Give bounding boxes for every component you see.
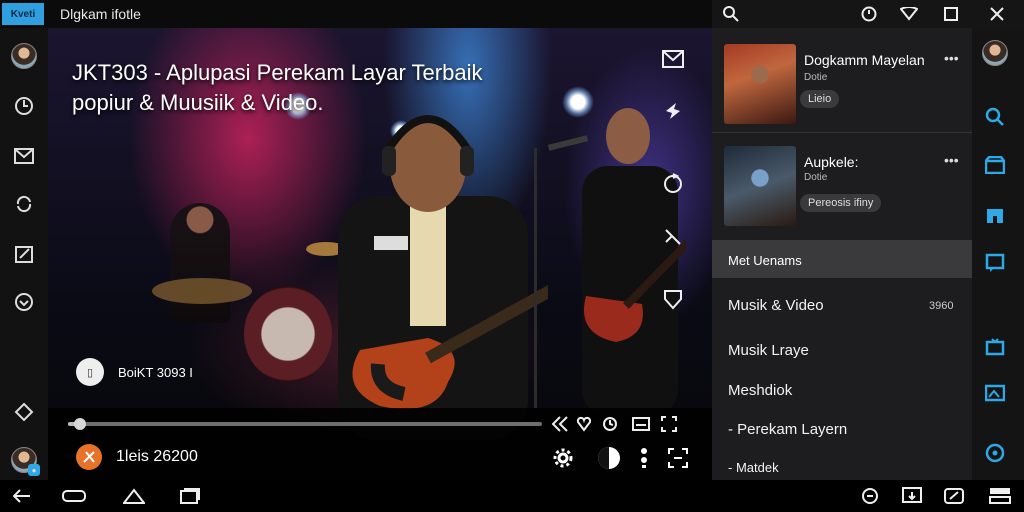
menu-item[interactable]: Meshdiok	[728, 382, 792, 399]
tool-icon[interactable]	[660, 224, 686, 250]
card-title: Aupkele:	[804, 154, 859, 170]
avatar	[11, 43, 37, 69]
menu-item[interactable]: - Matdek	[728, 460, 779, 475]
left-rail: ●	[0, 28, 48, 480]
mail-icon[interactable]	[10, 142, 38, 170]
time-display: 1leis 26200	[116, 448, 198, 465]
profile-avatar[interactable]	[982, 40, 1008, 66]
edit-icon[interactable]	[10, 240, 38, 268]
fullscreen-icon[interactable]	[658, 414, 680, 434]
diamond-icon[interactable]	[10, 398, 38, 426]
side-panel: Dogkamm Mayelan Dotie Lieio ••• Aupkele:…	[712, 0, 972, 480]
contrast-icon[interactable]	[594, 444, 624, 472]
profile-avatar[interactable]	[10, 42, 38, 70]
keyboard-icon[interactable]	[988, 486, 1012, 506]
video-title: JKT303 - Aplupasi Perekam Layar Terbaik …	[72, 60, 483, 115]
video-card[interactable]: Dogkamm Mayelan Dotie Lieio •••	[712, 28, 972, 132]
card-subtitle: Dotie	[804, 172, 828, 183]
menu-count: 3960	[929, 300, 954, 312]
subtitles-icon[interactable]	[630, 414, 652, 434]
video-thumbnail	[724, 146, 796, 226]
notification-badge: ●	[28, 464, 40, 476]
heart-icon[interactable]	[574, 414, 594, 434]
app-title: Dlgkam ifotle	[60, 6, 141, 22]
record-button[interactable]	[76, 444, 102, 470]
menu-header[interactable]: Met Uenams	[712, 240, 972, 278]
location-icon[interactable]	[632, 444, 656, 472]
menu-item-music-video[interactable]: Musik & Video	[728, 297, 824, 314]
card-title: Dogkamm Mayelan	[804, 52, 925, 68]
timer-icon[interactable]	[600, 414, 620, 434]
house-icon[interactable]	[122, 486, 146, 506]
search-icon[interactable]	[982, 104, 1008, 130]
channel-name: BoiKT 3093 I	[118, 364, 193, 380]
right-rail	[972, 28, 1024, 480]
screen-record-icon[interactable]	[900, 486, 924, 506]
sync-icon[interactable]	[10, 190, 38, 218]
cast-icon[interactable]	[550, 414, 570, 434]
close-icon[interactable]	[986, 3, 1008, 25]
more-icon[interactable]: •••	[944, 50, 959, 66]
compass-icon[interactable]	[982, 440, 1008, 466]
screenshot-icon[interactable]	[858, 486, 882, 506]
system-nav-bar	[0, 480, 1024, 512]
video-thumbnail	[724, 44, 796, 124]
tv-icon[interactable]	[982, 334, 1008, 360]
recents-icon[interactable]	[178, 486, 202, 506]
menu-item[interactable]: - Perekam Layern	[728, 421, 847, 438]
card-subtitle: Dotie	[804, 72, 828, 83]
avatar	[982, 40, 1008, 66]
channel-icon: ▯	[76, 358, 104, 386]
home-icon[interactable]	[62, 486, 86, 506]
app-logo: Kveti	[2, 3, 44, 25]
title-bar: Kveti Dlgkam ifotle	[0, 0, 712, 28]
user-avatar[interactable]: ●	[10, 446, 40, 476]
message-icon[interactable]	[660, 46, 686, 72]
card-tag[interactable]: Pereosis ifiny	[800, 194, 882, 212]
panel-toolbar	[712, 0, 1024, 28]
store-icon[interactable]	[982, 152, 1008, 178]
edit-icon[interactable]	[942, 486, 966, 506]
settings-icon[interactable]	[548, 444, 578, 472]
seek-handle[interactable]	[74, 418, 86, 430]
player-controls: 1leis 26200	[48, 408, 712, 480]
seek-bar[interactable]	[68, 422, 542, 426]
guitarist-figure	[576, 96, 712, 416]
image-icon[interactable]	[982, 380, 1008, 406]
video-card[interactable]: Aupkele: Dotie Pereosis ifiny •••	[712, 130, 972, 234]
more-icon[interactable]: •••	[944, 152, 959, 168]
card-tag[interactable]: Lieio	[800, 90, 840, 108]
maximize-icon[interactable]	[940, 3, 962, 25]
guitarist-figure	[318, 88, 631, 440]
chat-icon[interactable]	[982, 250, 1008, 276]
menu-item[interactable]: Musik Lraye	[728, 342, 809, 359]
channel-badge[interactable]: ▯ BoiKT 3093 I	[76, 358, 193, 386]
share-icon[interactable]	[660, 98, 686, 124]
building-icon[interactable]	[982, 202, 1008, 228]
screen-select-icon[interactable]	[664, 444, 692, 472]
favorite-icon[interactable]	[10, 288, 38, 316]
microphone-stand	[534, 148, 537, 408]
cymbal	[152, 278, 252, 304]
drummer-figure	[170, 203, 230, 323]
back-icon[interactable]	[10, 486, 34, 506]
search-icon[interactable]	[720, 3, 742, 25]
refresh-icon[interactable]	[10, 92, 38, 120]
wifi-icon[interactable]	[898, 3, 920, 25]
shield-icon[interactable]	[660, 286, 686, 312]
replay-icon[interactable]	[660, 170, 686, 196]
clock-icon[interactable]	[858, 3, 880, 25]
